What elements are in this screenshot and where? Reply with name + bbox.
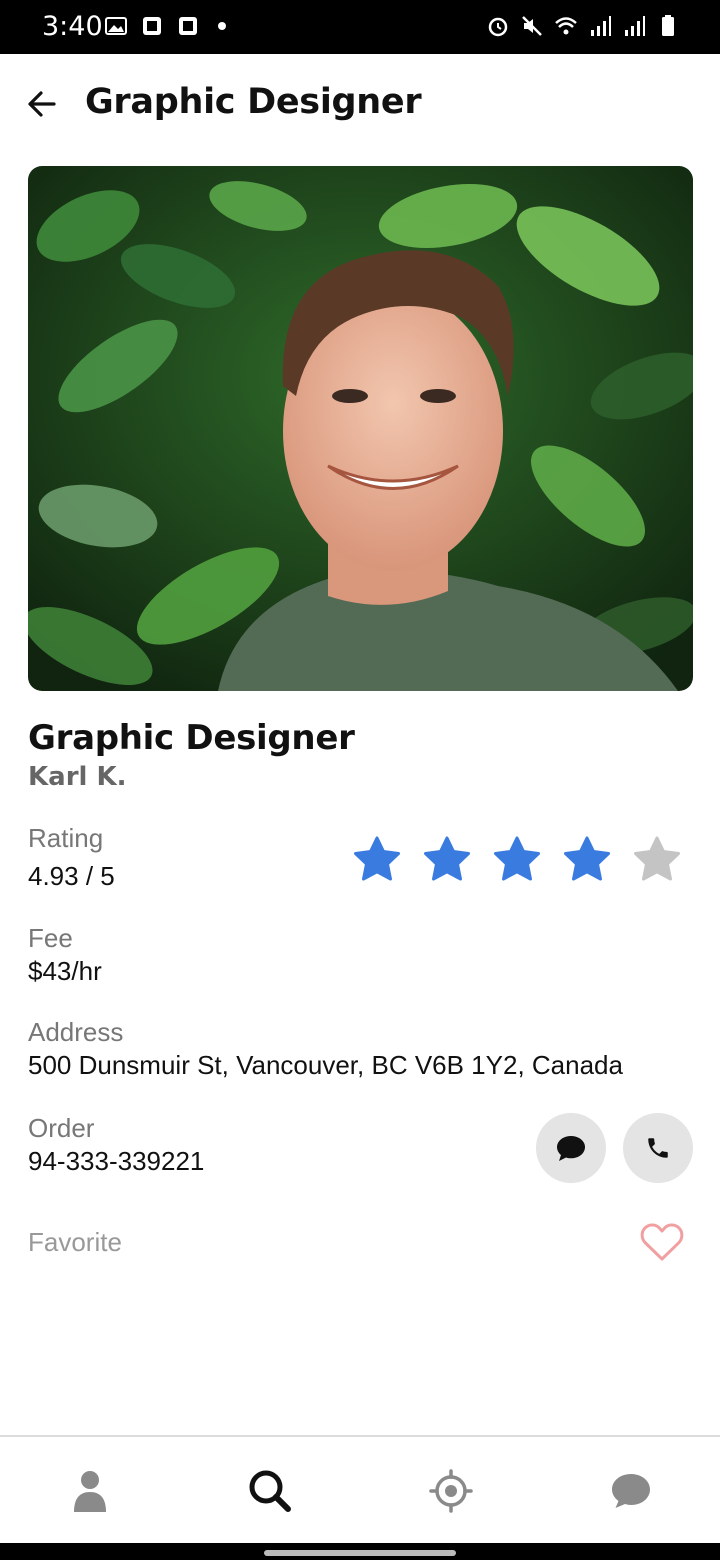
star-filled-icon bbox=[494, 836, 540, 881]
signal-icon bbox=[591, 16, 611, 36]
heart-outline-icon[interactable] bbox=[640, 1222, 684, 1262]
status-bar: 3:40 bbox=[0, 0, 720, 54]
page-title: Graphic Designer bbox=[85, 82, 422, 122]
star-empty-icon bbox=[634, 836, 680, 881]
phone-icon bbox=[648, 1138, 668, 1158]
location-target-icon bbox=[429, 1469, 473, 1513]
app-header: Graphic Designer bbox=[0, 54, 720, 154]
status-time: 3:40 bbox=[42, 11, 103, 42]
gesture-bar bbox=[0, 1543, 720, 1560]
address-label: Address bbox=[28, 1017, 124, 1047]
call-button[interactable] bbox=[623, 1113, 693, 1183]
message-button[interactable] bbox=[536, 1113, 606, 1183]
order-value: 94-333-339221 bbox=[28, 1146, 205, 1176]
status-left-icons bbox=[104, 14, 226, 38]
star-filled-icon bbox=[354, 836, 400, 881]
nav-chat[interactable] bbox=[607, 1467, 655, 1515]
rating-value: 4.93 / 5 bbox=[28, 861, 115, 891]
wifi-icon bbox=[555, 17, 577, 35]
favorite-label: Favorite bbox=[28, 1227, 122, 1257]
rating-stars bbox=[353, 836, 681, 882]
person-icon bbox=[74, 1471, 106, 1512]
profile-photo bbox=[28, 166, 693, 691]
address-value: 500 Dunsmuir St, Vancouver, BC V6B 1Y2, … bbox=[28, 1050, 623, 1080]
status-right-icons bbox=[486, 14, 680, 38]
chat-bubble-icon bbox=[557, 1136, 585, 1161]
star-filled-icon bbox=[424, 836, 470, 881]
signal-icon bbox=[625, 16, 645, 36]
notification-icon bbox=[179, 17, 197, 35]
nav-profile[interactable] bbox=[66, 1467, 114, 1515]
notification-icon bbox=[143, 17, 161, 35]
nav-location[interactable] bbox=[427, 1467, 475, 1515]
mute-icon bbox=[522, 16, 542, 36]
rating-label: Rating bbox=[28, 823, 104, 853]
order-label: Order bbox=[28, 1113, 95, 1143]
star-filled-icon bbox=[564, 836, 610, 881]
home-gesture-handle[interactable] bbox=[264, 1550, 456, 1556]
nav-search[interactable] bbox=[246, 1467, 294, 1515]
chat-icon bbox=[612, 1474, 650, 1508]
battery-icon bbox=[662, 15, 674, 36]
alarm-icon bbox=[488, 17, 508, 37]
back-button[interactable] bbox=[22, 84, 62, 124]
search-icon bbox=[249, 1470, 291, 1512]
profile-name: Karl K. bbox=[28, 762, 127, 792]
bottom-nav bbox=[0, 1435, 720, 1543]
arrow-left-icon bbox=[28, 91, 56, 117]
profile-title: Graphic Designer bbox=[28, 718, 355, 758]
fee-label: Fee bbox=[28, 923, 73, 953]
image-icon bbox=[105, 17, 127, 35]
dot-icon bbox=[218, 22, 226, 30]
fee-value: $43/hr bbox=[28, 956, 102, 986]
